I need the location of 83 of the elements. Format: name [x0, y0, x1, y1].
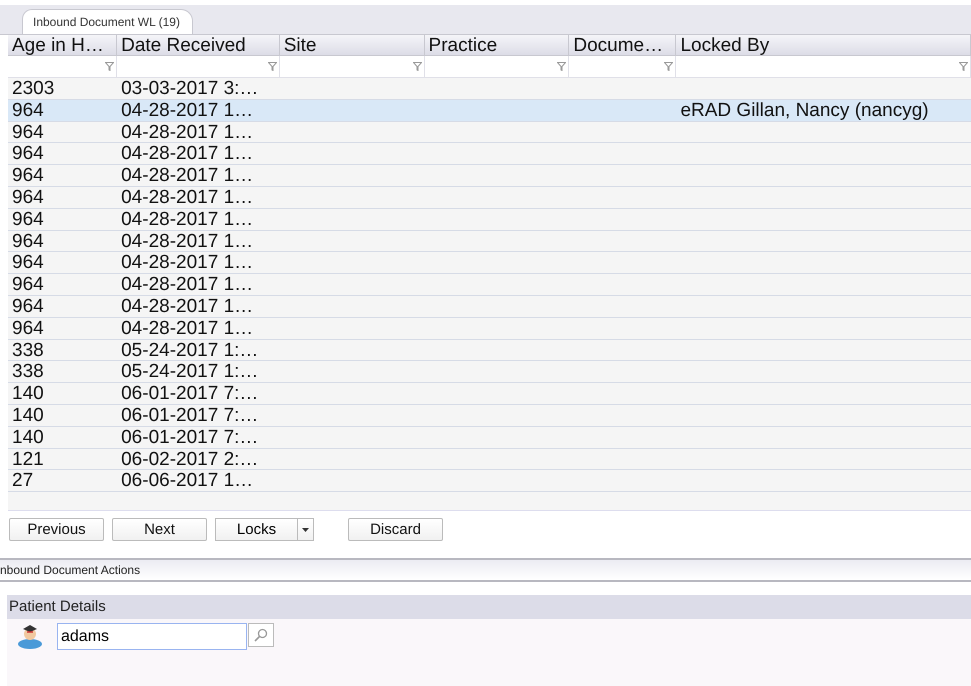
table-row[interactable]: 140 06-01-2017 7:…: [8, 426, 971, 449]
table-row[interactable]: 964 04-28-2017 1…: [8, 122, 971, 144]
table-cell: 04-28-2017 1…: [121, 186, 254, 208]
panel-header[interactable]: nbound Document Actions: [0, 558, 971, 582]
action-button[interactable]: Next: [112, 518, 207, 541]
table-row[interactable]: 140 06-01-2017 7:…: [8, 404, 971, 427]
table-cell: 06-01-2017 7:…: [121, 404, 258, 426]
table-row[interactable]: 964 04-28-2017 1…: [8, 143, 971, 166]
table-cell: 04-28-2017 1…: [121, 165, 254, 186]
table-cell: 964: [12, 122, 44, 143]
filter-icon[interactable]: [105, 62, 114, 71]
table-cell: 03-03-2017 3:…: [121, 78, 258, 99]
table-row[interactable]: 964 04-28-2017 1…: [8, 318, 971, 340]
user-icon: [17, 623, 43, 649]
search-icon: [254, 628, 268, 642]
table-cell: 05-24-2017 1:…: [121, 340, 258, 361]
table-cell: 04-28-2017 1…: [121, 100, 254, 121]
table-cell: 964: [12, 208, 44, 230]
table-row[interactable]: 964 04-28-2017 1… eRAD Gillan, Nancy (nancyg): [8, 100, 971, 122]
table-cell: 338: [12, 340, 44, 361]
table-cell: 05-24-2017 1:…: [121, 361, 258, 382]
filter-icon[interactable]: [959, 62, 968, 71]
table-cell: eRAD Gillan, Nancy (nancyg): [680, 100, 929, 121]
action-button[interactable]: Previous: [9, 518, 104, 541]
table-cell: 04-28-2017 1…: [121, 296, 254, 317]
filter-icon[interactable]: [557, 62, 566, 71]
section-header: Patient Details: [7, 595, 971, 619]
table-cell: 140: [12, 383, 44, 404]
column-header[interactable]: Docume…: [569, 35, 676, 56]
table-row[interactable]: 121 06-02-2017 2:…: [8, 448, 971, 470]
table-cell: 04-28-2017 1…: [121, 318, 254, 339]
dropdown-button[interactable]: [297, 518, 314, 541]
table-cell: 04-28-2017 1…: [121, 274, 254, 296]
table-row[interactable]: 27 06-06-2017 1…: [8, 470, 971, 492]
table-row[interactable]: 964 04-28-2017 1…: [8, 165, 971, 187]
table-cell: 04-28-2017 1…: [121, 208, 254, 230]
table-cell: 04-28-2017 1…: [121, 230, 254, 252]
search-field[interactable]: adams: [57, 623, 247, 650]
table-row[interactable]: 964 04-28-2017 1…: [8, 186, 971, 209]
action-button[interactable]: Discard: [348, 518, 443, 541]
table-row[interactable]: 338 05-24-2017 1:…: [8, 340, 971, 362]
table-cell: 964: [12, 143, 44, 164]
table-cell: 06-06-2017 1…: [121, 470, 254, 492]
column-header[interactable]: Practice: [424, 35, 570, 56]
table-cell: 964: [12, 165, 44, 186]
table-cell: 06-02-2017 2:…: [121, 448, 258, 470]
table-cell: 964: [12, 252, 44, 274]
table-row[interactable]: 964 04-28-2017 1…: [8, 230, 971, 252]
filter-icon[interactable]: [268, 62, 277, 71]
filter-icon[interactable]: [412, 62, 422, 71]
table-cell: 2303: [12, 78, 54, 99]
table-cell: 964: [12, 186, 44, 208]
table-cell: 06-01-2017 7:…: [121, 383, 258, 404]
table-cell: 964: [12, 318, 44, 339]
table-cell: 964: [12, 296, 44, 317]
table-row[interactable]: 338 05-24-2017 1:…: [8, 361, 971, 384]
column-header[interactable]: Date Received: [117, 35, 280, 56]
table-cell: 27: [12, 470, 34, 492]
table-cell: 338: [12, 361, 44, 382]
worklist-tab[interactable]: Inbound Document WL (19): [22, 9, 193, 34]
table-cell: 964: [12, 230, 44, 252]
locks-button[interactable]: Locks: [215, 518, 297, 541]
table-cell: 121: [12, 448, 44, 470]
caret-icon: [302, 528, 309, 532]
table-cell: 04-28-2017 1…: [121, 252, 254, 274]
table-cell: 04-28-2017 1…: [121, 122, 254, 143]
table-row[interactable]: 964 04-28-2017 1…: [8, 296, 971, 318]
table-cell: 06-01-2017 7:…: [121, 426, 258, 448]
table-row[interactable]: 2303 03-03-2017 3:…: [8, 78, 971, 100]
table-row[interactable]: 140 06-01-2017 7:…: [8, 383, 971, 405]
table-cell: 964: [12, 274, 44, 296]
table-row[interactable]: 964 04-28-2017 1…: [8, 274, 971, 296]
table-cell: 140: [12, 404, 44, 426]
filter-icon[interactable]: [664, 62, 674, 71]
column-header[interactable]: Age in H…: [8, 35, 118, 56]
table-cell: 04-28-2017 1…: [121, 143, 254, 164]
search-button[interactable]: [248, 623, 274, 647]
table-row[interactable]: 964 04-28-2017 1…: [8, 252, 971, 274]
table-cell: 964: [12, 100, 44, 121]
column-header[interactable]: Locked By: [676, 35, 971, 56]
column-header[interactable]: Site: [280, 35, 425, 56]
table-cell: 140: [12, 426, 44, 448]
table-row[interactable]: 964 04-28-2017 1…: [8, 208, 971, 231]
